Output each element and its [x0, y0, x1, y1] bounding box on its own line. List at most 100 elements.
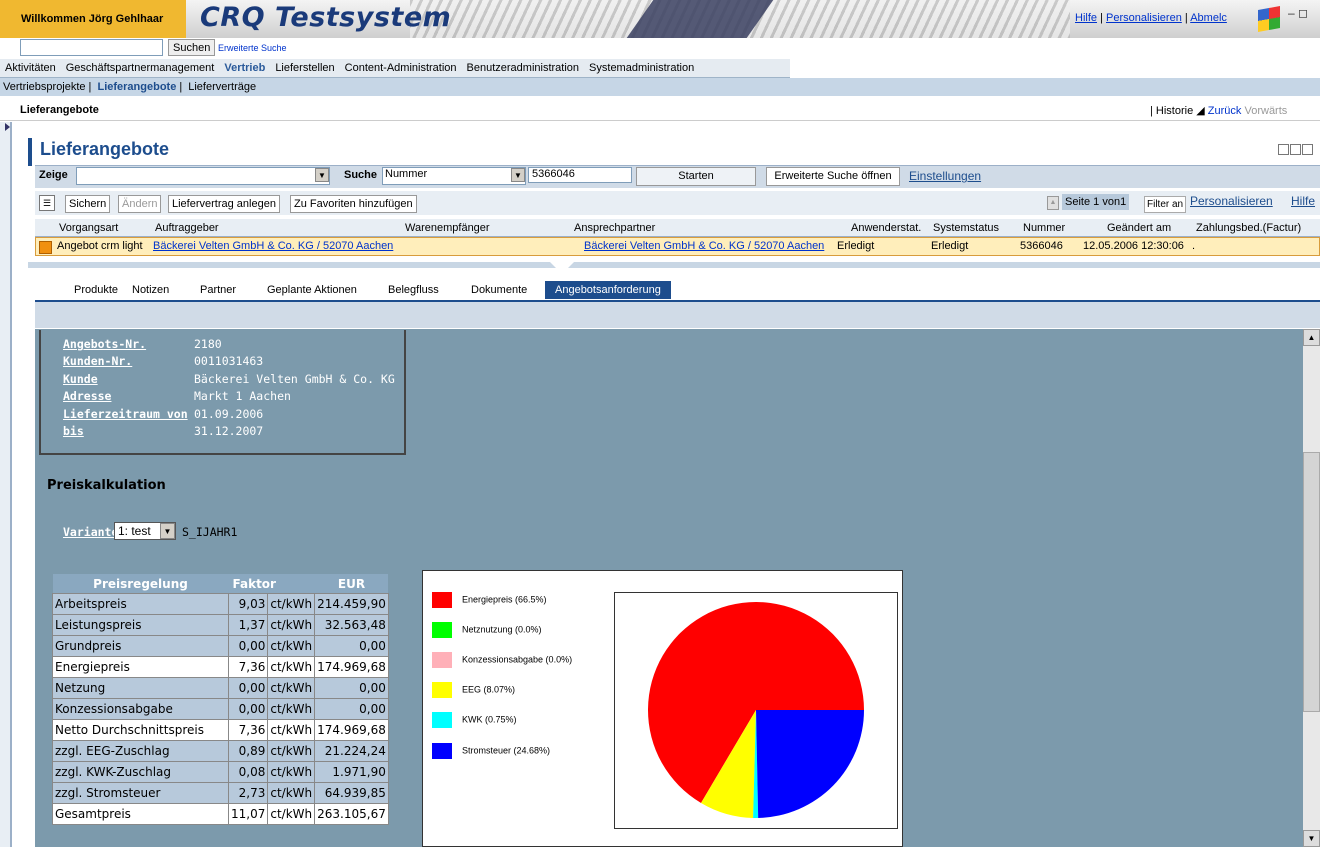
label-adresse[interactable]: Adresse — [63, 389, 111, 403]
nav-lieferstellen[interactable]: Lieferstellen — [270, 59, 339, 77]
tab-produkte[interactable]: Produkte — [64, 281, 128, 299]
label-kunden-nr[interactable]: Kunden-Nr. — [63, 354, 132, 368]
subnav-lieferangebote[interactable]: Lieferangebote — [94, 81, 179, 93]
legend-swatch — [432, 743, 452, 759]
settings-link[interactable]: Einstellungen — [909, 169, 981, 183]
scroll-down-icon[interactable]: ▼ — [1303, 830, 1320, 847]
price-cell-name: Netzung — [52, 677, 229, 699]
tab-dokumente[interactable]: Dokumente — [461, 281, 537, 299]
dropdown-arrow-icon[interactable]: ▼ — [511, 168, 525, 182]
filter-on-button[interactable]: Filter an — [1144, 196, 1187, 213]
zeige-label: Zeige — [39, 169, 68, 181]
tab-belegfluss[interactable]: Belegfluss — [378, 281, 449, 299]
scrollbar-thumb[interactable] — [1303, 452, 1320, 712]
variante-label[interactable]: Variante — [63, 525, 118, 539]
label-lieferzeitraum-von[interactable]: Lieferzeitraum von — [63, 407, 188, 421]
header-links: Hilfe | Personalisieren | Abmelc — [1075, 12, 1227, 24]
legend-entry: Energiepreis (66.5%) — [432, 592, 547, 608]
label-angebots-nr[interactable]: Angebots-Nr. — [63, 337, 146, 351]
add-favorites-button[interactable]: Zu Favoriten hinzufügen — [290, 195, 417, 213]
pie-chart — [614, 592, 898, 829]
price-cell-eur: 214.459,90 — [314, 593, 389, 615]
tab-geplante-aktionen[interactable]: Geplante Aktionen — [257, 281, 367, 299]
zeige-select[interactable]: ▼ — [76, 167, 330, 185]
nav-content-admin[interactable]: Content-Administration — [340, 59, 462, 77]
nav-system-admin[interactable]: Systemadministration — [584, 59, 699, 77]
col-geaendert[interactable]: Geändert am — [1107, 222, 1171, 234]
label-bis[interactable]: bis — [63, 424, 84, 438]
minimize-icon[interactable] — [1278, 144, 1289, 155]
price-cell-faktor: 0,08 — [227, 761, 269, 783]
col-warenempfaenger[interactable]: Warenempfänger — [405, 222, 490, 234]
cell-geaendert: 12.05.2006 12:30:06 — [1083, 240, 1184, 252]
breadcrumb: Lieferangebote — [20, 104, 99, 116]
back-link[interactable]: Zurück — [1208, 105, 1242, 117]
logout-link[interactable]: Abmelc — [1190, 12, 1227, 24]
col-vorgangsart[interactable]: Vorgangsart — [59, 222, 118, 234]
table-row: Arbeitspreis 9,03 ct/kWh 214.459,90 — [52, 593, 389, 615]
save-button[interactable]: Sichern — [65, 195, 111, 213]
suche-field-select[interactable]: Nummer ▼ — [382, 167, 526, 185]
tab-notizen[interactable]: Notizen — [122, 281, 179, 299]
table-row: Netzung 0,00 ct/kWh 0,00 — [52, 677, 389, 699]
price-cell-faktor: 9,03 — [227, 593, 269, 615]
dropdown-arrow-icon[interactable]: ▼ — [160, 523, 175, 539]
col-zahlungsbed[interactable]: Zahlungsbed.(Factur) — [1196, 222, 1301, 234]
price-cell-name: Energiepreis — [52, 656, 229, 678]
label-kunde[interactable]: Kunde — [63, 372, 98, 386]
search-input[interactable] — [20, 39, 163, 56]
col-anwenderstat[interactable]: Anwenderstat. — [851, 222, 921, 234]
variante-select[interactable]: 1: test ▼ — [114, 522, 176, 540]
price-cell-eur: 0,00 — [314, 635, 389, 657]
personalize-link[interactable]: Personalisieren — [1106, 12, 1182, 24]
col-auftraggeber[interactable]: Auftraggeber — [155, 222, 219, 234]
price-cell-eur: 0,00 — [314, 677, 389, 699]
maximize-icon[interactable] — [1302, 144, 1313, 155]
start-button[interactable]: Starten — [636, 167, 756, 186]
table-row: Leistungspreis 1,37 ct/kWh 32.563,48 — [52, 614, 389, 636]
col-systemstatus[interactable]: Systemstatus — [933, 222, 999, 234]
value-adresse: Markt 1 Aachen — [194, 389, 291, 403]
subnav-vertriebsprojekte[interactable]: Vertriebsprojekte — [0, 81, 89, 93]
create-contract-button[interactable]: Liefervertrag anlegen — [168, 195, 280, 213]
nav-benutzer-admin[interactable]: Benutzeradministration — [462, 59, 585, 77]
detail-pointer-icon — [550, 262, 574, 274]
table-row: Netto Durchschnittspreis 7,36 ct/kWh 174.96… — [52, 719, 389, 741]
forward-link: Vorwärts — [1244, 105, 1288, 117]
price-cell-faktor: 7,36 — [227, 656, 269, 678]
nav-vertrieb[interactable]: Vertrieb — [219, 59, 270, 77]
brand-logo: CRQ Testsystem — [200, 2, 452, 33]
price-cell-name: Arbeitspreis — [52, 593, 229, 615]
history-nav: | Historie ◢ Zurück Vorwärts — [1150, 105, 1288, 117]
dropdown-arrow-icon[interactable]: ▼ — [315, 168, 329, 182]
tab-partner[interactable]: Partner — [190, 281, 246, 299]
help-table-link[interactable]: Hilfe — [1291, 194, 1315, 208]
scroll-up-icon[interactable]: ▲ — [1303, 329, 1320, 346]
suche-value-input[interactable]: 5366046 — [528, 167, 632, 183]
row-selector[interactable] — [39, 241, 52, 254]
subnav-liefervertraege[interactable]: Lieferverträge — [185, 81, 259, 93]
history-link[interactable]: Historie — [1156, 105, 1193, 117]
tab-angebotsanforderung[interactable]: Angebotsanforderung — [545, 281, 671, 299]
window-controls[interactable]: – ◻ — [1288, 6, 1308, 20]
open-advanced-search-button[interactable]: Erweiterte Suche öffnen — [766, 167, 900, 186]
personalize-table-link[interactable]: Personalisieren — [1190, 194, 1273, 208]
cell-ansprechpartner-link[interactable]: Bäckerei Velten GmbH & Co. KG / 52070 Aa… — [584, 240, 824, 252]
help-link[interactable]: Hilfe — [1075, 12, 1097, 24]
price-cell-faktor: 0,00 — [227, 698, 269, 720]
table-row: zzgl. KWK-Zuschlag 0,08 ct/kWh 1.971,90 — [52, 761, 389, 783]
prev-page-icon[interactable]: ▲ — [1047, 196, 1059, 210]
left-collapse-bar[interactable] — [0, 122, 10, 847]
price-cell-name: zzgl. EEG-Zuschlag — [52, 740, 229, 762]
nav-geschaeftspartner[interactable]: Geschäftspartnermanagement — [61, 59, 220, 77]
col-nummer[interactable]: Nummer — [1023, 222, 1065, 234]
nav-aktivitaeten[interactable]: Aktivitäten — [0, 59, 61, 77]
col-ansprechpartner[interactable]: Ansprechpartner — [574, 222, 655, 234]
th-preisregelung: Preisregelung — [52, 574, 229, 594]
list-config-icon[interactable]: ☰ — [39, 195, 55, 211]
search-button[interactable]: Suchen — [168, 39, 216, 56]
value-kunden-nr: 0011031463 — [194, 354, 264, 368]
cell-auftraggeber-link[interactable]: Bäckerei Velten GmbH & Co. KG / 52070 Aa… — [153, 240, 393, 252]
advanced-search-link[interactable]: Erweiterte Suche — [218, 43, 287, 53]
restore-icon[interactable] — [1290, 144, 1301, 155]
